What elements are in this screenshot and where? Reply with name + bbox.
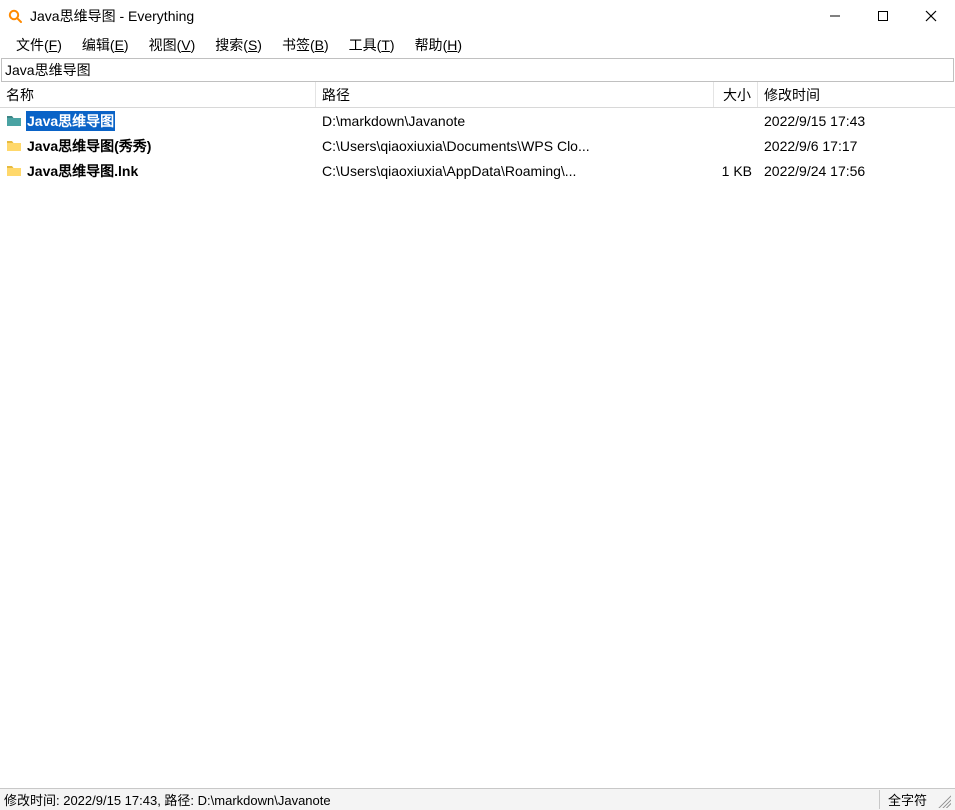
window-title: Java思维导图 - Everything	[30, 6, 194, 26]
cell-path: C:\Users\qiaoxiuxia\Documents\WPS Clo...	[316, 138, 714, 154]
column-header-date[interactable]: 修改时间	[758, 82, 955, 107]
folder-icon	[6, 163, 22, 179]
result-row[interactable]: Java思维导图.lnk C:\Users\qiaoxiuxia\AppData…	[0, 158, 955, 183]
result-row[interactable]: Java思维导图(秀秀) C:\Users\qiaoxiuxia\Documen…	[0, 133, 955, 158]
result-row[interactable]: Java思维导图 D:\markdown\Javanote 2022/9/15 …	[0, 108, 955, 133]
menu-bar: 文件(F) 编辑(E) 视图(V) 搜索(S) 书签(B) 工具(T) 帮助(H…	[0, 32, 955, 58]
cell-date: 2022/9/15 17:43	[758, 113, 955, 129]
window-controls	[811, 0, 955, 32]
minimize-button[interactable]	[811, 0, 859, 32]
app-icon	[6, 7, 24, 25]
status-left: 修改时间: 2022/9/15 17:43, 路径: D:\markdown\J…	[4, 790, 879, 809]
cell-date: 2022/9/24 17:56	[758, 163, 955, 179]
status-bar: 修改时间: 2022/9/15 17:43, 路径: D:\markdown\J…	[0, 788, 955, 810]
menu-edit[interactable]: 编辑(E)	[72, 33, 139, 57]
folder-icon	[6, 138, 22, 154]
close-button[interactable]	[907, 0, 955, 32]
cell-date: 2022/9/6 17:17	[758, 138, 955, 154]
file-name: Java思维导图(秀秀)	[26, 136, 152, 156]
resize-grip[interactable]	[935, 792, 951, 808]
cell-name: Java思维导图.lnk	[0, 161, 316, 181]
column-header-path[interactable]: 路径	[316, 82, 714, 107]
column-header-size[interactable]: 大小	[714, 82, 758, 107]
search-bar	[1, 58, 954, 82]
search-input[interactable]	[5, 62, 950, 78]
folder-icon	[6, 113, 22, 129]
status-right[interactable]: 全字符	[879, 790, 931, 809]
menu-help[interactable]: 帮助(H)	[405, 33, 472, 57]
menu-bookmark[interactable]: 书签(B)	[272, 33, 339, 57]
menu-view[interactable]: 视图(V)	[139, 33, 206, 57]
file-name: Java思维导图.lnk	[26, 161, 139, 181]
cell-path: D:\markdown\Javanote	[316, 113, 714, 129]
menu-file[interactable]: 文件(F)	[6, 33, 72, 57]
file-name: Java思维导图	[26, 111, 115, 131]
menu-search[interactable]: 搜索(S)	[205, 33, 272, 57]
results-list[interactable]: Java思维导图 D:\markdown\Javanote 2022/9/15 …	[0, 108, 955, 788]
title-bar[interactable]: Java思维导图 - Everything	[0, 0, 955, 32]
column-headers: 名称 路径 大小 修改时间	[0, 82, 955, 108]
cell-path: C:\Users\qiaoxiuxia\AppData\Roaming\...	[316, 163, 714, 179]
menu-tools[interactable]: 工具(T)	[339, 33, 405, 57]
maximize-button[interactable]	[859, 0, 907, 32]
column-header-name[interactable]: 名称	[0, 82, 316, 107]
cell-name: Java思维导图	[0, 111, 316, 131]
cell-size: 1 KB	[714, 163, 758, 179]
cell-name: Java思维导图(秀秀)	[0, 136, 316, 156]
